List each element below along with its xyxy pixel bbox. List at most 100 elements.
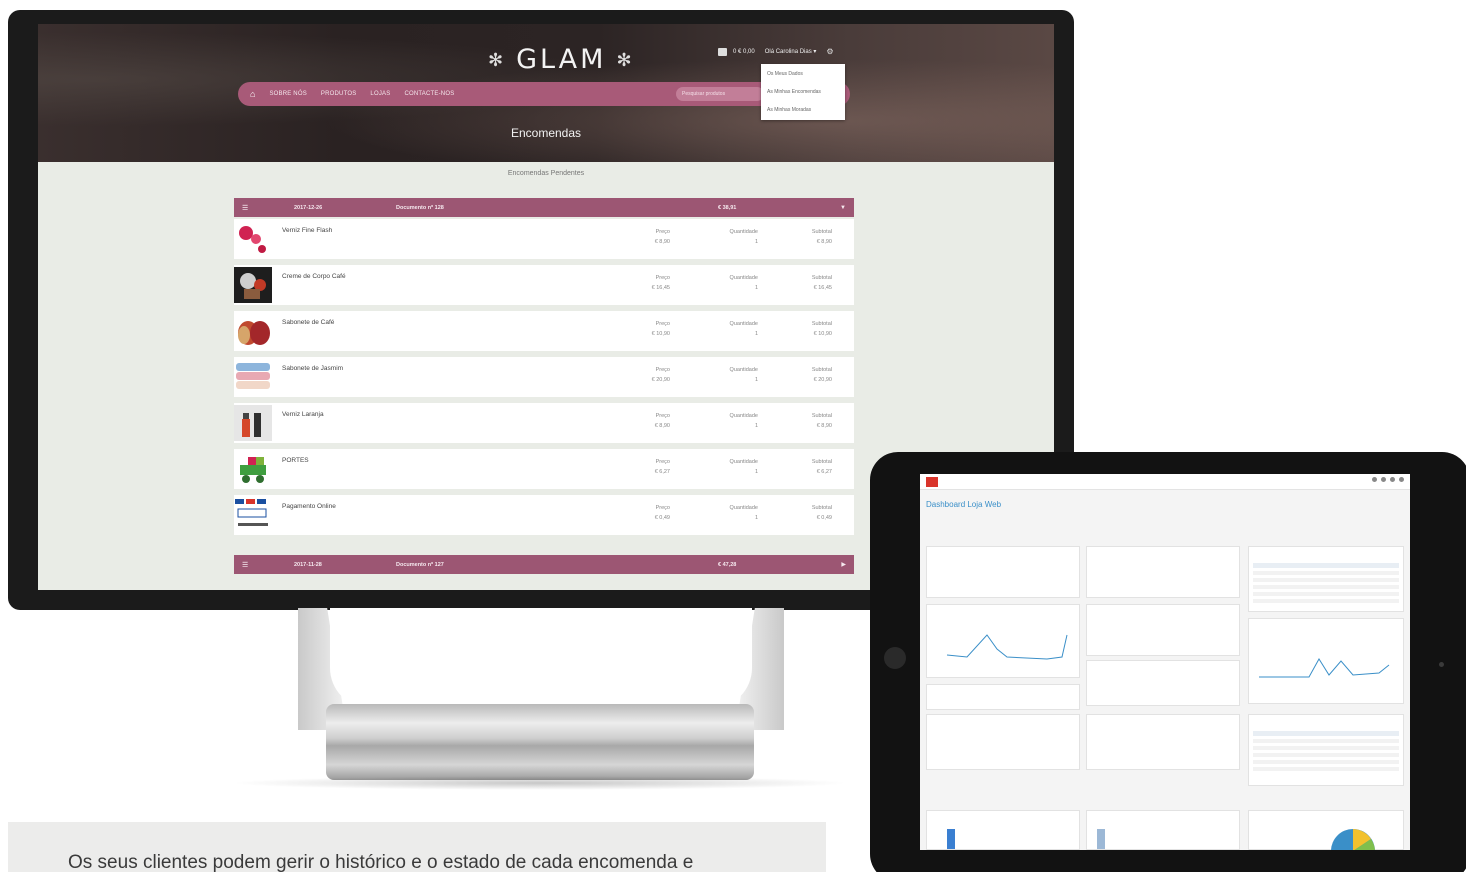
- avatar[interactable]: [1399, 477, 1404, 482]
- mini-pie-chart: [1331, 829, 1375, 850]
- home-icon[interactable]: ⌂: [250, 89, 255, 99]
- chevron-down-icon[interactable]: ▼: [840, 205, 846, 211]
- dropdown-item-my-orders[interactable]: As Minhas Encomendas: [767, 86, 839, 104]
- order-item: Sabonete de Café Preço € 10,90 Quantidade…: [234, 311, 854, 351]
- item-subtotal: Subtotal € 10,90: [811, 321, 832, 337]
- product-thumbnail: [234, 267, 272, 303]
- order-document: Documento nº 128: [396, 204, 444, 211]
- kpi-panel[interactable]: [1086, 604, 1240, 656]
- order-total: € 47,28: [718, 561, 737, 568]
- section-title: Encomendas Pendentes: [507, 170, 585, 177]
- nav-link-contact[interactable]: CONTACTE-NOS: [404, 91, 454, 97]
- order-header[interactable]: ☰ 2017-11-28 Documento nº 127 € 47,28 ▶: [234, 555, 854, 574]
- item-price: Preço € 6,27: [654, 459, 670, 475]
- product-thumbnail: [238, 321, 270, 345]
- star-icon: ✻: [616, 50, 635, 71]
- help-icon[interactable]: [1381, 477, 1386, 482]
- mini-line-chart: [946, 634, 1068, 660]
- item-quantity: Quantidade 1: [729, 459, 758, 475]
- table-panel[interactable]: [1248, 546, 1404, 612]
- document-icon: ☰: [242, 204, 249, 212]
- chevron-right-icon[interactable]: ▶: [841, 561, 846, 568]
- delivery-truck-icon: [240, 457, 266, 483]
- line-chart-panel[interactable]: [926, 604, 1080, 678]
- order-date: 2017-11-28: [294, 561, 322, 568]
- order-total: € 38,91: [718, 204, 737, 211]
- order-header[interactable]: ☰ 2017-12-26 Documento nº 128 € 38,91 ▼: [234, 198, 854, 217]
- dashboard-topbar: [920, 474, 1410, 490]
- product-thumbnail: [239, 226, 266, 253]
- cart-icon[interactable]: [718, 47, 727, 56]
- user-dropdown: Os Meus Dados As Minhas Encomendas As Mi…: [761, 64, 845, 120]
- order-item: Verniz Laranja Preço € 8,90 Quantidade 1 S…: [234, 403, 854, 443]
- cart-summary[interactable]: 0 € 0,00: [733, 49, 755, 55]
- tablet-device: Dashboard Loja Web: [870, 452, 1466, 872]
- kpi-panel[interactable]: [1086, 714, 1240, 770]
- item-name: Verniz Laranja: [282, 411, 324, 418]
- kpi-panel[interactable]: [926, 546, 1080, 598]
- notification-icon[interactable]: [1372, 477, 1377, 482]
- mini-bar-chart: [947, 829, 955, 849]
- tablet-home-button: [884, 647, 906, 669]
- kpi-panel[interactable]: [926, 684, 1080, 710]
- table-panel[interactable]: [1248, 714, 1404, 786]
- store-logo[interactable]: ✻ GLAM ✻: [478, 44, 645, 75]
- order-item: Pagamento Online Preço € 0,49 Quantidade 1…: [234, 495, 854, 535]
- item-name: Pagamento Online: [282, 503, 336, 510]
- line-chart-panel[interactable]: [1248, 618, 1404, 704]
- settings-icon[interactable]: ⚙: [826, 47, 833, 56]
- item-price: Preço € 8,90: [654, 413, 670, 429]
- item-name: Sabonete de Jasmim: [282, 365, 344, 372]
- order-date: 2017-12-26: [294, 204, 323, 211]
- nav-link-stores[interactable]: LOJAS: [370, 91, 390, 97]
- search-input[interactable]: Pesquisar produtos: [676, 87, 764, 101]
- mini-table: [1253, 563, 1399, 603]
- user-menu-button[interactable]: Olá Carolina Dias ▾: [761, 46, 821, 57]
- dropdown-item-my-addresses[interactable]: As Minhas Moradas: [767, 104, 839, 122]
- item-price: Preço € 16,45: [651, 275, 670, 291]
- bar-chart-panel[interactable]: [926, 810, 1080, 850]
- dashboard-title: Dashboard Loja Web: [926, 500, 1002, 509]
- nav-link-about[interactable]: SOBRE NÓS: [269, 91, 306, 97]
- item-subtotal: Subtotal € 8,90: [811, 229, 832, 245]
- item-quantity: Quantidade 1: [729, 505, 758, 521]
- item-name: PORTES: [282, 457, 309, 464]
- item-subtotal: Subtotal € 8,90: [811, 413, 832, 429]
- settings-icon[interactable]: [1390, 477, 1395, 482]
- item-name: Sabonete de Café: [282, 319, 335, 326]
- order-item: Creme de Corpo Café Preço € 16,45 Quantid…: [234, 265, 854, 305]
- monitor-base: [326, 704, 754, 780]
- caption-box: Os seus clientes podem gerir o histórico…: [8, 822, 826, 872]
- order-item: Sabonete de Jasmim Preço € 20,90 Quantida…: [234, 357, 854, 397]
- dropdown-item-my-data[interactable]: Os Meus Dados: [767, 68, 839, 86]
- kpi-panel[interactable]: [926, 714, 1080, 770]
- item-quantity: Quantidade 1: [729, 367, 758, 383]
- kpi-panel[interactable]: [1086, 546, 1240, 598]
- item-price: Preço € 20,90: [651, 367, 670, 383]
- monitor-shadow: [230, 776, 850, 790]
- item-subtotal: Subtotal € 20,90: [811, 367, 832, 383]
- nav-link-products[interactable]: PRODUTOS: [321, 91, 357, 97]
- item-subtotal: Subtotal € 16,45: [811, 275, 832, 291]
- order-item: PORTES Preço € 6,27 Quantidade 1 Subtotal €…: [234, 449, 854, 489]
- mini-line-chart: [1259, 658, 1390, 678]
- bar-chart-panel[interactable]: [1086, 810, 1240, 850]
- dashboard-toolbar: [1372, 477, 1404, 482]
- item-quantity: Quantidade 1: [729, 321, 758, 337]
- payment-methods-icon: [235, 499, 268, 526]
- order-items: Verniz Fine Flash Preço € 8,90 Quantidade…: [234, 219, 854, 541]
- dashboard-screen: Dashboard Loja Web: [920, 474, 1410, 850]
- mini-bar-chart: [1097, 829, 1105, 849]
- item-subtotal: Subtotal € 6,27: [811, 459, 832, 475]
- mini-table: [1253, 731, 1399, 771]
- item-price: Preço € 10,90: [651, 321, 670, 337]
- kpi-panel[interactable]: [1086, 660, 1240, 706]
- tablet-camera: [1439, 662, 1444, 667]
- item-quantity: Quantidade 1: [729, 275, 758, 291]
- top-bar: 0 € 0,00 Olá Carolina Dias ▾ ⚙: [718, 46, 834, 57]
- page-title: Encomendas: [510, 126, 582, 140]
- pie-chart-panel[interactable]: [1248, 810, 1404, 850]
- dashboard-logo[interactable]: [926, 477, 938, 487]
- item-name: Creme de Corpo Café: [282, 273, 346, 280]
- product-thumbnail: [236, 363, 270, 389]
